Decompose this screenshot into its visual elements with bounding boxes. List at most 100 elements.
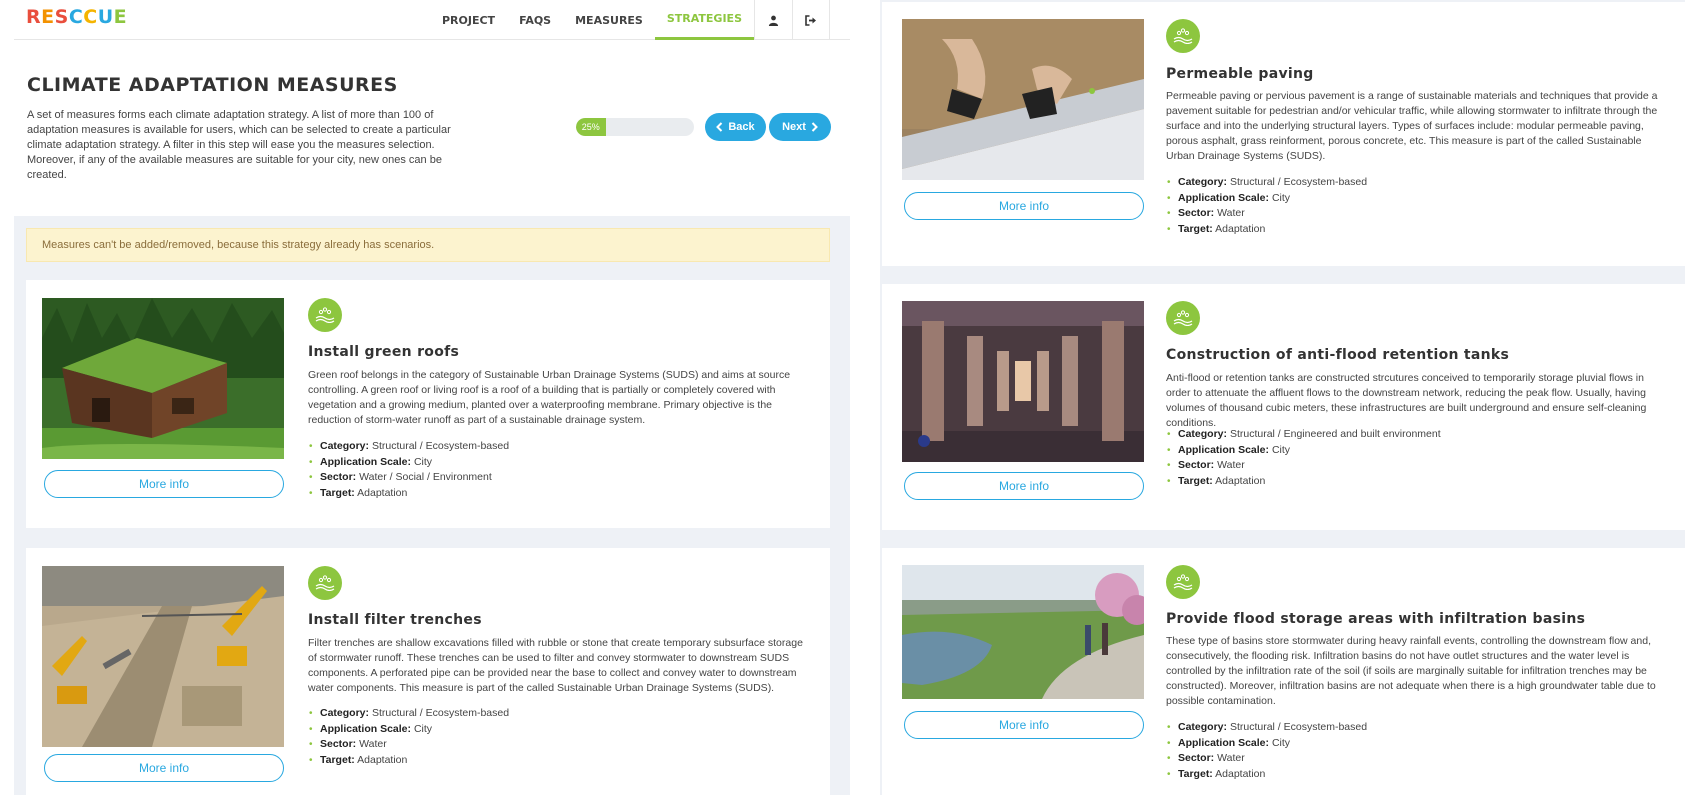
- back-button[interactable]: Back: [705, 113, 766, 141]
- target-row: Target: Adaptation: [308, 753, 509, 769]
- category-value: Structural / Engineered and built enviro…: [1229, 428, 1441, 440]
- measure-title: Provide flood storage areas with infiltr…: [1166, 611, 1586, 627]
- green-roof-cabin-image: [42, 298, 284, 459]
- retention-tank-image: [902, 301, 1144, 462]
- scale-label: Application Scale:: [1178, 736, 1270, 749]
- scale-label: Application Scale:: [320, 455, 412, 468]
- measure-card: More info Install filter trenches Filter…: [26, 548, 830, 795]
- rescue-logo[interactable]: RESCCUE: [26, 6, 127, 28]
- measure-card: More info Provide flood storage areas wi…: [882, 548, 1685, 795]
- target-label: Target:: [1178, 767, 1213, 780]
- nav-faqs[interactable]: FAQS: [507, 0, 563, 40]
- sector-row: Sector: Water: [1166, 458, 1441, 474]
- sector-row: Sector: Water: [308, 737, 509, 753]
- sector-label: Sector:: [1178, 207, 1215, 219]
- target-row: Target: Adaptation: [1166, 474, 1441, 490]
- category-row: Category: Structural / Ecosystem-based: [308, 706, 509, 722]
- water-category-badge: [308, 298, 342, 332]
- water-category-badge: [308, 566, 342, 600]
- category-label: Category:: [1178, 721, 1228, 733]
- more-info-button[interactable]: More info: [44, 470, 284, 498]
- measure-card: More info Construction of anti-flood ret…: [882, 284, 1685, 530]
- scale-value: City: [1271, 191, 1291, 204]
- user-icon: [768, 15, 779, 26]
- scale-value: City: [1271, 736, 1291, 749]
- scale-row: Application Scale: City: [1166, 191, 1367, 207]
- permeable-paving-image: [902, 19, 1144, 180]
- target-row: Target: Adaptation: [1166, 767, 1367, 783]
- measure-attributes: Category: Structural / Ecosystem-based A…: [308, 706, 509, 768]
- target-row: Target: Adaptation: [308, 486, 509, 502]
- next-button[interactable]: Next: [769, 113, 831, 141]
- sector-value: Water: [1217, 459, 1245, 471]
- scale-value: City: [413, 455, 433, 468]
- target-value: Adaptation: [1215, 222, 1266, 235]
- chevron-right-icon: [811, 122, 818, 132]
- measure-attributes: Category: Structural / Ecosystem-based A…: [1166, 175, 1367, 237]
- nav-measures[interactable]: MEASURES: [563, 0, 655, 40]
- scale-label: Application Scale:: [320, 722, 412, 735]
- water-drops-icon: [1173, 574, 1193, 590]
- sign-out-button[interactable]: [792, 0, 830, 40]
- measure-title: Install green roofs: [308, 344, 460, 360]
- scale-label: Application Scale:: [1178, 191, 1270, 204]
- more-info-button[interactable]: More info: [904, 472, 1144, 500]
- nav-strategies[interactable]: STRATEGIES: [654, 0, 754, 40]
- right-panel: More info Permeable paving Permeable pav…: [880, 0, 1685, 795]
- water-category-badge: [1166, 301, 1200, 335]
- water-drops-icon: [1173, 28, 1193, 44]
- category-row: Category: Structural / Ecosystem-based: [308, 439, 509, 455]
- sector-row: Sector: Water / Social / Environment: [308, 470, 509, 486]
- left-panel: RESCCUE PROJECT FAQS MEASURES STRATEGIES…: [0, 0, 850, 795]
- measure-card: More info Install green roofs Green roof…: [26, 280, 830, 528]
- measure-attributes: Category: Structural / Engineered and bu…: [1166, 427, 1441, 489]
- logo-letter: E: [41, 6, 55, 28]
- measure-image: [42, 298, 284, 459]
- target-label: Target:: [320, 753, 355, 766]
- measure-image: [902, 565, 1144, 699]
- category-label: Category:: [1178, 428, 1228, 440]
- logo-letter: C: [68, 6, 84, 28]
- water-category-badge: [1166, 19, 1200, 53]
- measure-attributes: Category: Structural / Ecosystem-based A…: [308, 439, 509, 501]
- logo-letter: S: [54, 6, 69, 28]
- page-header: CLIMATE ADAPTATION MEASURES A set of mea…: [14, 40, 850, 216]
- sector-label: Sector:: [1178, 752, 1215, 764]
- progress-fill: 25%: [576, 118, 606, 136]
- sector-label: Sector:: [320, 471, 357, 483]
- more-info-button[interactable]: More info: [44, 754, 284, 782]
- logo-letter: C: [83, 6, 98, 28]
- target-value: Adaptation: [357, 753, 408, 766]
- more-info-button[interactable]: More info: [904, 711, 1144, 739]
- measure-description: Green roof belongs in the category of Su…: [308, 369, 791, 426]
- category-label: Category:: [320, 707, 370, 719]
- scale-row: Application Scale: City: [308, 455, 509, 471]
- logo-letter: U: [97, 6, 114, 28]
- scale-value: City: [413, 722, 433, 735]
- water-drops-icon: [315, 575, 335, 591]
- category-value: Structural / Ecosystem-based: [371, 707, 510, 719]
- measure-description: These type of basins store stormwater du…: [1166, 635, 1656, 707]
- page-description: A set of measures forms each climate ada…: [27, 109, 451, 181]
- more-info-button[interactable]: More info: [904, 192, 1144, 220]
- measure-title: Construction of anti-flood retention tan…: [1166, 347, 1510, 363]
- user-button[interactable]: [754, 0, 792, 40]
- scale-row: Application Scale: City: [1166, 736, 1367, 752]
- target-label: Target:: [320, 486, 355, 499]
- sector-row: Sector: Water: [1166, 206, 1367, 222]
- target-row: Target: Adaptation: [1166, 222, 1367, 238]
- water-drops-icon: [1173, 310, 1193, 326]
- measure-image: [42, 566, 284, 747]
- scale-row: Application Scale: City: [308, 722, 509, 738]
- top-navbar: RESCCUE PROJECT FAQS MEASURES STRATEGIES: [14, 0, 850, 40]
- category-row: Category: Structural / Ecosystem-based: [1166, 720, 1367, 736]
- main-nav: PROJECT FAQS MEASURES STRATEGIES: [430, 0, 830, 40]
- nav-project[interactable]: PROJECT: [430, 0, 507, 40]
- measure-description: Anti-flood or retention tanks are constr…: [1166, 372, 1647, 429]
- sector-value: Water: [359, 738, 387, 750]
- logo-letter: R: [26, 6, 42, 28]
- category-value: Structural / Ecosystem-based: [371, 440, 510, 452]
- category-label: Category:: [320, 440, 370, 452]
- sector-value: Water: [1217, 752, 1245, 764]
- target-label: Target:: [1178, 474, 1213, 487]
